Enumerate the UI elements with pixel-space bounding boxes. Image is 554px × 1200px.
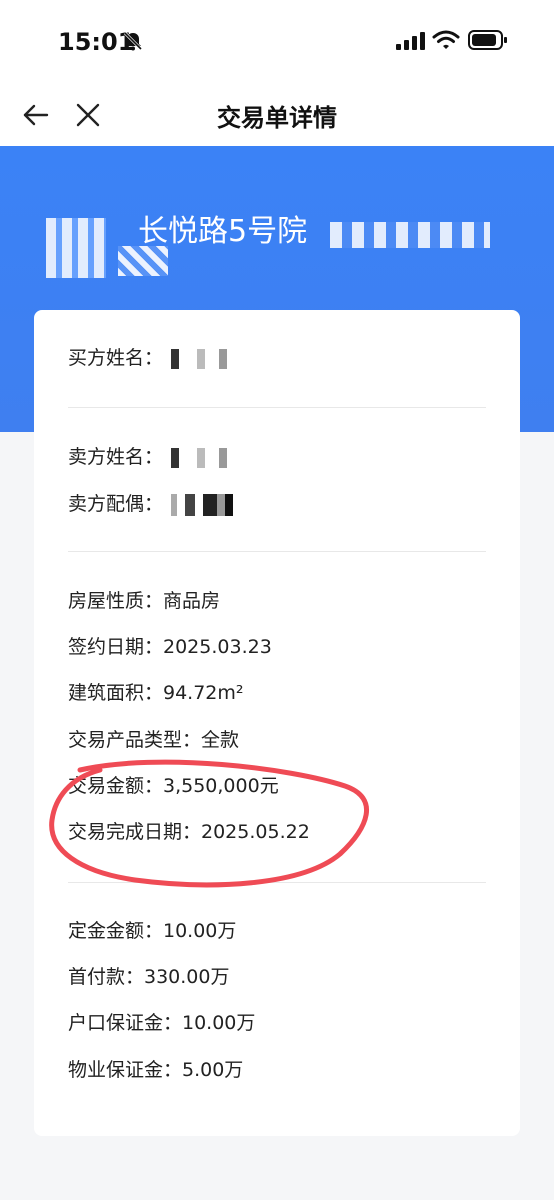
redacted-seller-name [171, 447, 232, 468]
sign-date-row: 签约日期：2025.03.23 [68, 636, 272, 658]
building-area-row: 建筑面积：94.72m² [68, 682, 244, 704]
seller-name-label: 卖方姓名： [68, 446, 164, 468]
page-title: 交易单详情 [217, 104, 337, 132]
property-address: 长悦路5号院 [40, 212, 520, 252]
battery-icon [468, 30, 507, 50]
redacted-seller-spouse [171, 493, 234, 516]
product-type-row: 交易产品类型：全款 [68, 729, 240, 751]
buyer-name-label: 买方姓名： [68, 347, 164, 369]
seller-spouse-label: 卖方配偶： [68, 493, 164, 515]
red-annotation-circle [49, 759, 369, 888]
seller-name-row: 卖方姓名： [68, 444, 232, 470]
seller-spouse-row: 卖方配偶： [68, 491, 234, 517]
property-type-row: 房屋性质：商品房 [68, 590, 221, 612]
divider [68, 407, 486, 408]
divider [68, 551, 486, 552]
buyer-name-row: 买方姓名： [68, 345, 232, 371]
wifi-icon [432, 30, 460, 49]
property-address-text: 长悦路5号院 [138, 214, 308, 249]
bell-muted-icon [123, 31, 143, 51]
deposit-row: 定金金额：10.00万 [68, 920, 237, 942]
property-deposit-row: 物业保证金：5.00万 [68, 1059, 244, 1081]
signal-icon [396, 32, 425, 50]
redacted-buyer-name [171, 348, 232, 369]
down-payment-row: 首付款：330.00万 [68, 966, 230, 988]
hukou-deposit-row: 户口保证金：10.00万 [68, 1012, 256, 1034]
